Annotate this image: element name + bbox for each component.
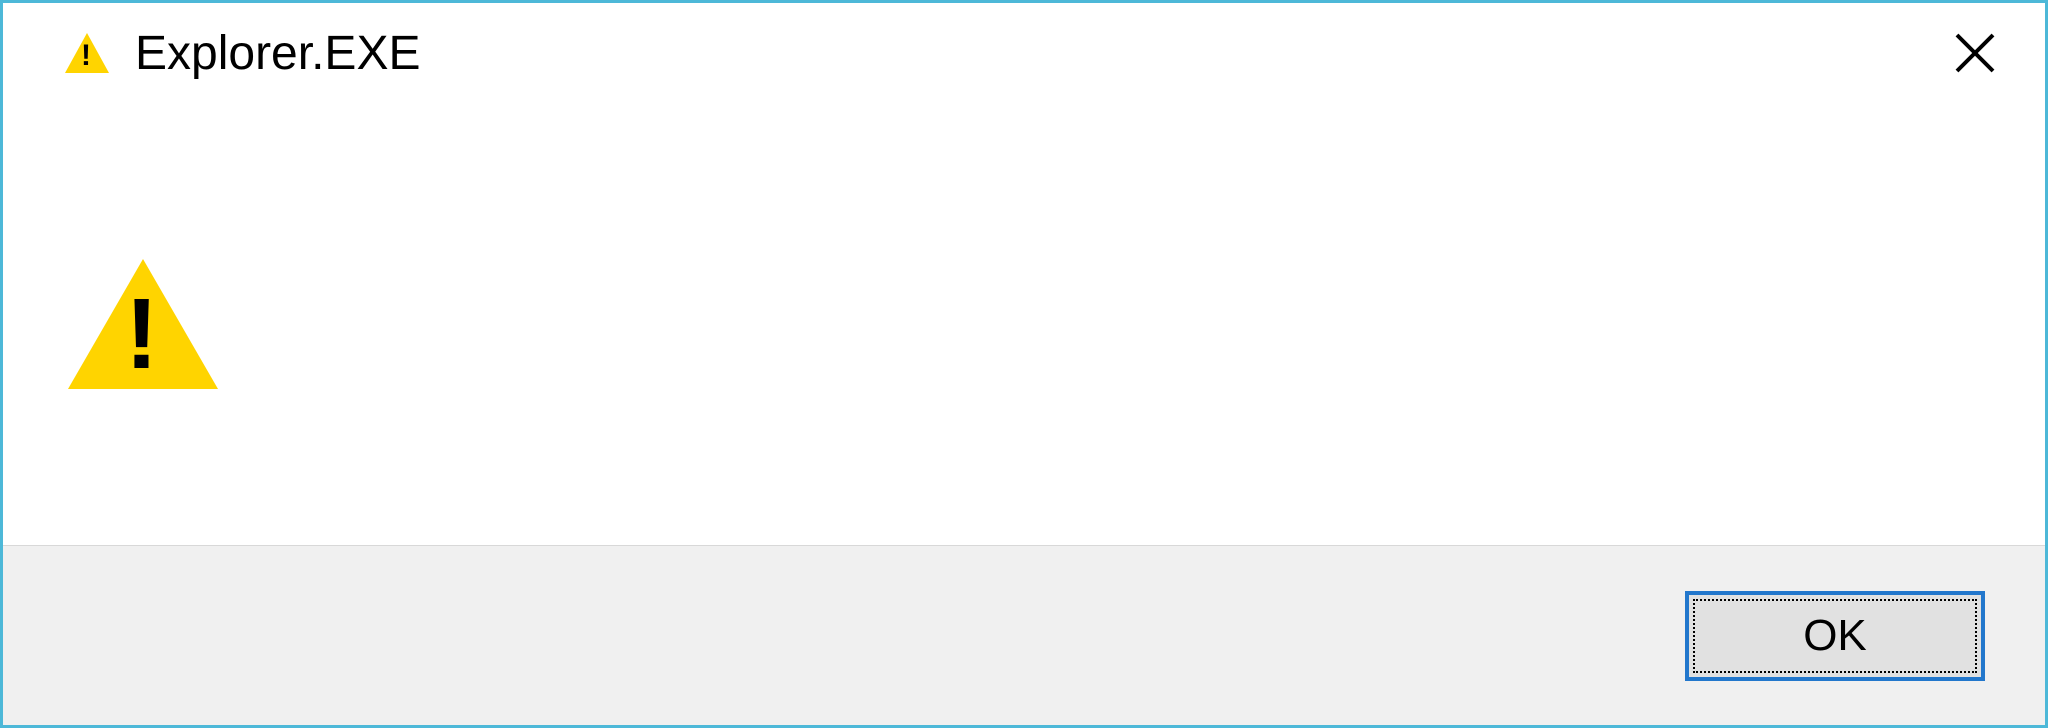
close-icon[interactable]: [1945, 23, 2005, 83]
warning-icon: [63, 29, 111, 77]
ok-button[interactable]: OK: [1685, 591, 1985, 681]
dialog-content: [3, 103, 2045, 545]
titlebar: Explorer.EXE: [3, 3, 2045, 103]
dialog-footer: OK: [3, 545, 2045, 725]
warning-icon: [63, 244, 223, 404]
dialog-title: Explorer.EXE: [135, 26, 1945, 81]
message-dialog: Explorer.EXE OK: [0, 0, 2048, 728]
